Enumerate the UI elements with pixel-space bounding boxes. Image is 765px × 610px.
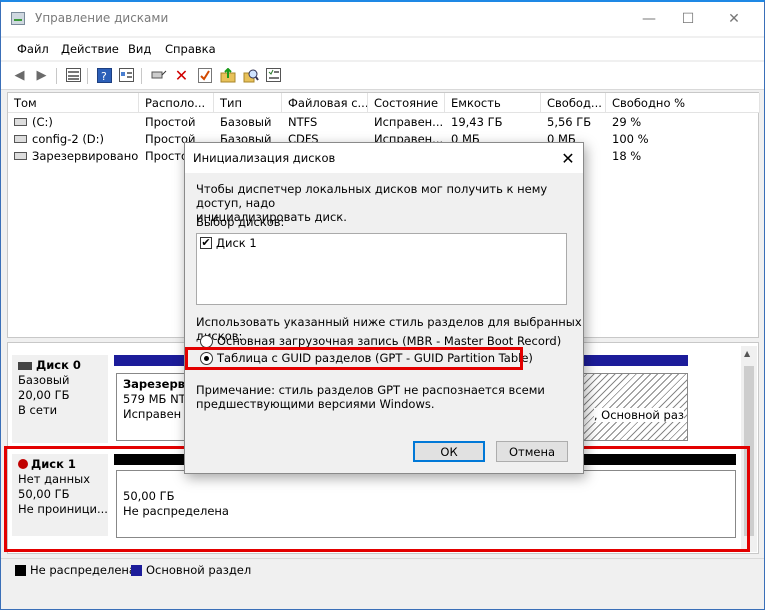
column-header-capacity[interactable]: Емкость — [445, 93, 541, 113]
dialog-close-icon[interactable]: ✕ — [553, 143, 583, 173]
cell-free-percent: 18 % — [612, 149, 642, 163]
initialize-disk-dialog: Инициализация дисков ✕ Чтобы диспетчер л… — [184, 142, 584, 474]
disk-0-name: Диск 0 — [36, 358, 81, 372]
cell-layout: Простой — [145, 115, 196, 129]
menu-bar: Файл Действие Вид Справка — [1, 38, 764, 60]
forward-arrow-icon[interactable]: ▶ — [33, 67, 50, 83]
menu-file[interactable]: Файл — [17, 42, 49, 56]
window-title: Управление дисками — [35, 11, 169, 25]
drive-icon — [14, 151, 27, 160]
title-bar[interactable]: Управление дисками — ☐ ✕ — [1, 2, 764, 36]
toolbar: ◀ ▶ ? ✕ — [1, 62, 764, 90]
column-header-status[interactable]: Состояние — [368, 93, 445, 113]
cell-filesystem: NTFS — [288, 115, 318, 129]
help-icon[interactable]: ? — [96, 67, 113, 83]
disk-selection-list[interactable]: ✔ Диск 1 — [196, 233, 567, 305]
cell-free-percent: 29 % — [612, 115, 642, 129]
disk-icon — [18, 361, 32, 370]
cell-type: Базовый — [220, 115, 272, 129]
dialog-title: Инициализация дисков — [193, 151, 336, 165]
status-bar — [1, 582, 764, 609]
menu-action[interactable]: Действие — [61, 42, 119, 56]
disk-management-icon — [11, 12, 25, 25]
menu-view[interactable]: Вид — [128, 42, 151, 56]
disk-0-info[interactable]: Диск 0 Базовый 20,00 ГБ В сети — [12, 355, 108, 443]
column-header-type[interactable]: Тип — [214, 93, 282, 113]
mbr-option-label[interactable]: Основная загрузочная запись (MBR - Maste… — [217, 334, 561, 348]
dialog-title-bar[interactable]: Инициализация дисков ✕ — [185, 143, 583, 173]
column-header-volume[interactable]: Том — [8, 93, 139, 113]
legend-swatch-primary — [131, 565, 142, 576]
connect-drive-icon[interactable] — [150, 67, 167, 83]
disk-0-type: Базовый — [18, 373, 70, 387]
maximize-button[interactable]: ☐ — [665, 2, 711, 36]
delete-icon[interactable]: ✕ — [173, 66, 190, 85]
disk-management-window: Управление дисками — ☐ ✕ Файл Действие В… — [0, 0, 765, 610]
legend-label-unallocated: Не распределена — [30, 563, 136, 577]
disk-1-checkbox[interactable]: ✔ — [200, 237, 212, 249]
ok-button[interactable]: ОК — [413, 441, 485, 462]
gpt-option-highlight — [185, 347, 523, 370]
column-header-free-percent[interactable]: Свободно % — [606, 93, 760, 113]
folder-up-icon[interactable] — [219, 67, 236, 83]
legend: Не распределена Основной раздел — [1, 558, 764, 580]
scroll-up-icon[interactable]: ▲ — [744, 349, 750, 358]
search-icon[interactable] — [242, 67, 259, 83]
menu-help[interactable]: Справка — [165, 42, 216, 56]
column-header-filesystem[interactable]: Файловая с... — [282, 93, 368, 113]
cancel-button[interactable]: Отмена — [496, 441, 568, 462]
drive-icon — [14, 117, 27, 126]
disk-1-list-item[interactable]: Диск 1 — [216, 236, 257, 250]
legend-label-primary: Основной раздел — [146, 563, 252, 577]
legend-swatch-unallocated — [15, 565, 26, 576]
table-row[interactable]: config-2 (D:) — [8, 131, 139, 148]
properties-icon[interactable] — [118, 67, 135, 83]
partition-status: , Основной раз — [593, 408, 684, 422]
partition-name: Зарезерви — [123, 377, 194, 391]
partition-status: Исправен ( — [123, 407, 190, 421]
disk-0-size: 20,00 ГБ — [18, 388, 70, 402]
list-view-icon[interactable] — [65, 67, 82, 83]
cell-free: 5,56 ГБ — [547, 115, 592, 129]
cell-status: Исправен... — [374, 115, 444, 129]
table-row[interactable]: Зарезервировано... — [8, 148, 139, 165]
dialog-intro-line-1: Чтобы диспетчер локальных дисков мог пол… — [196, 182, 548, 210]
cell-capacity: 19,43 ГБ — [451, 115, 503, 129]
column-header-free[interactable]: Свобод... — [541, 93, 606, 113]
close-button[interactable]: ✕ — [711, 2, 757, 36]
table-row[interactable]: (C:) — [8, 114, 139, 131]
settings-list-icon[interactable] — [265, 67, 282, 83]
cell-free-percent: 100 % — [612, 132, 649, 146]
gpt-note-line-2: предшествующими версиями Windows. — [196, 397, 435, 411]
cd-drive-icon — [14, 134, 27, 143]
column-header-layout[interactable]: Располо... — [139, 93, 214, 113]
gpt-note-line-1: Примечание: стиль разделов GPT не распоз… — [196, 383, 545, 397]
check-icon[interactable] — [196, 67, 213, 83]
svg-text:?: ? — [101, 70, 107, 83]
back-arrow-icon[interactable]: ◀ — [11, 67, 28, 83]
select-disks-label: Выбор дисков: — [196, 215, 285, 229]
disk-0-status: В сети — [18, 403, 58, 417]
